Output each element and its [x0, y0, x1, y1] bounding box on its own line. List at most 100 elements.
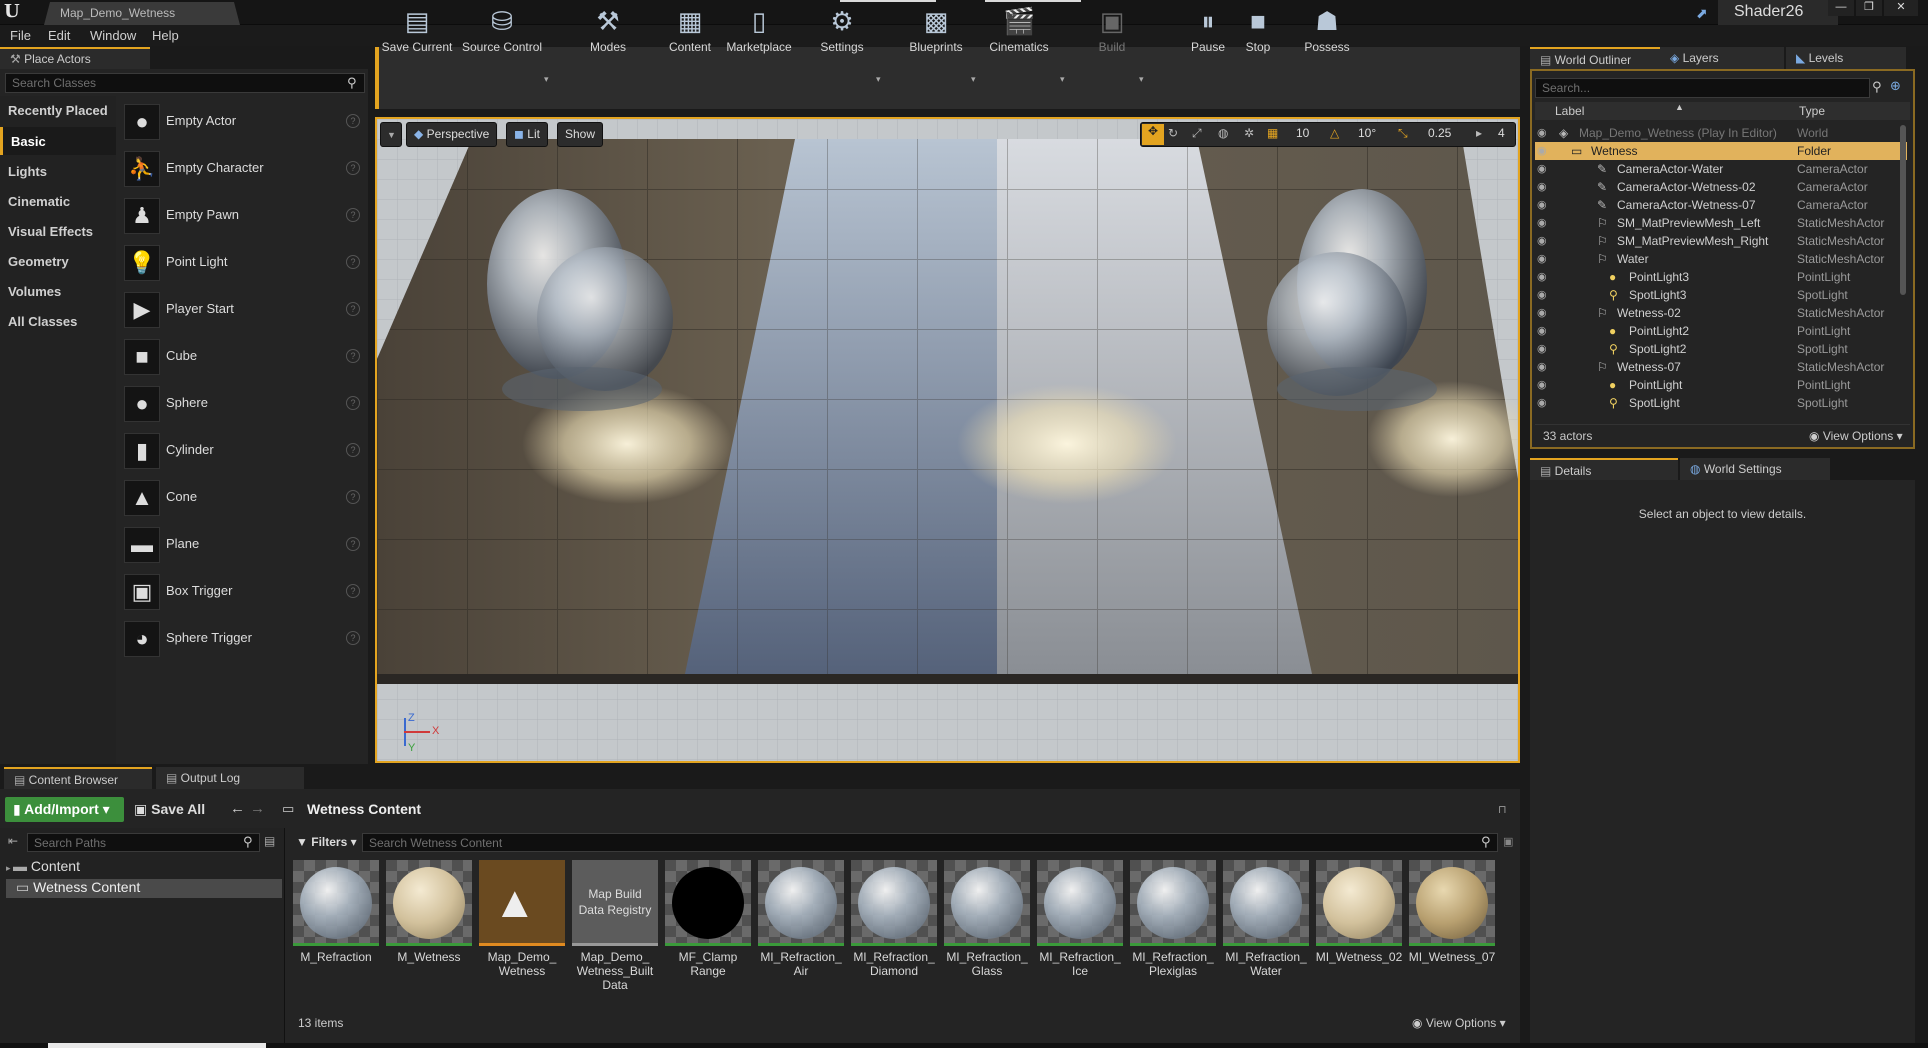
visibility-eye-icon[interactable]: ◉ [1537, 306, 1551, 319]
category-recently-placed[interactable]: Recently Placed [0, 96, 116, 124]
actor-item-empty-actor[interactable]: ● Empty Actor? [124, 100, 364, 144]
grid-snap-icon[interactable]: ▦ [1267, 126, 1278, 140]
tab-content-browser[interactable]: ▤ Content Browser [4, 767, 152, 789]
scale-snap-value[interactable]: 0.25 [1428, 126, 1451, 140]
save-all-button[interactable]: ▣ Save All [134, 801, 205, 818]
search-content-input[interactable]: Search Wetness Content [362, 833, 1498, 852]
help-icon[interactable]: ? [346, 584, 360, 598]
asset-tile[interactable]: MI_Refraction_ Glass [944, 860, 1030, 982]
outliner-row[interactable]: ◉ ◈ Map_Demo_Wetness (Play In Editor) World [1535, 124, 1907, 142]
help-icon[interactable]: ? [346, 537, 360, 551]
asset-tile[interactable]: M_Refraction [293, 860, 379, 982]
close-button[interactable]: ✕ [1884, 0, 1918, 16]
scale-snap-icon[interactable]: ⤡ [1398, 126, 1408, 141]
toolbar-dropdown-chevron-icon[interactable]: ▾ [1060, 74, 1065, 85]
visibility-eye-icon[interactable]: ◉ [1537, 324, 1551, 337]
actor-item-sphere[interactable]: ● Sphere? [124, 382, 364, 426]
outliner-row[interactable]: ◉ ✎ CameraActor-Wetness-07 CameraActor [1535, 196, 1907, 214]
outliner-row[interactable]: ◉ ● PointLight PointLight [1535, 376, 1907, 394]
stop-button[interactable]: ■ Stop [1238, 0, 1278, 62]
asset-tile[interactable]: MI_Refraction_ Water [1223, 860, 1309, 982]
help-icon[interactable]: ? [346, 349, 360, 363]
asset-tile[interactable]: MI_Wetness_07 [1409, 860, 1495, 982]
rotation-snap-icon[interactable]: △ [1330, 126, 1339, 140]
outliner-row[interactable]: ◉ ⚲ SpotLight3 SpotLight [1535, 286, 1907, 304]
visibility-eye-icon[interactable]: ◉ [1537, 252, 1551, 265]
asset-tile[interactable]: MI_Wetness_02 [1316, 860, 1402, 982]
menu-help[interactable]: Help [152, 28, 179, 43]
tab-place-actors[interactable]: ⚒ Place Actors [0, 47, 150, 69]
category-geometry[interactable]: Geometry [0, 247, 116, 275]
outliner-row[interactable]: ◉ ⚲ SpotLight SpotLight [1535, 394, 1907, 412]
tab-world-outliner[interactable]: ▤ World Outliner [1530, 47, 1660, 69]
category-cinematic[interactable]: Cinematic [0, 187, 116, 215]
outliner-row[interactable]: ◉ ● PointLight3 PointLight [1535, 268, 1907, 286]
current-path[interactable]: Wetness Content [307, 801, 421, 817]
actor-item-player-start[interactable]: ▶ Player Start? [124, 288, 364, 332]
visibility-eye-icon[interactable]: ◉ [1537, 144, 1551, 157]
category-volumes[interactable]: Volumes [0, 277, 116, 305]
tab-details[interactable]: ▤ Details [1530, 458, 1678, 480]
visibility-eye-icon[interactable]: ◉ [1537, 180, 1551, 193]
help-icon[interactable]: ? [346, 208, 360, 222]
tab-layers[interactable]: ◈ Layers [1660, 47, 1784, 69]
asset-tile[interactable]: M_Wetness [386, 860, 472, 982]
content-button[interactable]: ▦ Content [664, 0, 716, 62]
asset-tile[interactable]: MI_Refraction_ Diamond [851, 860, 937, 982]
visibility-eye-icon[interactable]: ◉ [1537, 126, 1551, 139]
visibility-eye-icon[interactable]: ◉ [1537, 360, 1551, 373]
tab-world-settings[interactable]: ◍ World Settings [1680, 458, 1830, 480]
build-button[interactable]: ▣ Build [1087, 0, 1137, 62]
unreal-logo-icon[interactable]: U [4, 2, 26, 22]
type-column-header[interactable]: Type [1799, 104, 1825, 118]
grid-snap-value[interactable]: 10 [1296, 126, 1309, 140]
filters-button[interactable]: ▼ Filters ▾ [296, 835, 357, 849]
visibility-eye-icon[interactable]: ◉ [1537, 288, 1551, 301]
menu-window[interactable]: Window [90, 28, 136, 43]
category-visual-effects[interactable]: Visual Effects [0, 217, 116, 245]
actor-item-empty-character[interactable]: ⛹ Empty Character? [124, 147, 364, 191]
menu-file[interactable]: File [10, 28, 31, 43]
visibility-eye-icon[interactable]: ◉ [1537, 234, 1551, 247]
outliner-row[interactable]: ◉ ▭ Wetness Folder [1535, 142, 1907, 160]
source-control-button[interactable]: ⛁ Source Control [462, 0, 542, 62]
asset-tile[interactable]: MI_Refraction_ Plexiglas [1130, 860, 1216, 982]
actor-item-cylinder[interactable]: ▮ Cylinder? [124, 429, 364, 473]
tab-levels[interactable]: ◣ Levels [1786, 47, 1906, 69]
outliner-row[interactable]: ◉ ⚐ SM_MatPreviewMesh_Left StaticMeshActor [1535, 214, 1907, 232]
cinematics-button[interactable]: 🎬 Cinematics [980, 0, 1058, 62]
maximize-button[interactable]: ❐ [1856, 0, 1882, 16]
pause-button[interactable]: ⏸ Pause [1186, 0, 1230, 62]
possess-button[interactable]: ☗ Possess [1300, 0, 1354, 62]
outliner-row[interactable]: ◉ ⚲ SpotLight2 SpotLight [1535, 340, 1907, 358]
translate-icon[interactable]: ✥ [1142, 124, 1164, 145]
rotation-snap-value[interactable]: 10° [1358, 126, 1376, 140]
tree-item-content[interactable]: ▸ ▬ Content [6, 858, 282, 876]
view-options-button[interactable]: ◉ View Options ▾ [1809, 429, 1903, 443]
outliner-scrollbar[interactable] [1900, 125, 1906, 295]
viewport-options-button[interactable]: ▼ [380, 122, 402, 147]
actor-item-point-light[interactable]: 💡 Point Light? [124, 241, 364, 285]
modes-button[interactable]: ⚒ Modes [580, 0, 636, 62]
asset-tile[interactable]: Map Build Data Registry Map_Demo_ Wetness… [572, 860, 658, 992]
toolbar-dropdown-chevron-icon[interactable]: ▾ [971, 74, 976, 85]
perspective-button[interactable]: ◆ Perspective [406, 122, 498, 147]
lit-button[interactable]: ◼ Lit [506, 122, 548, 147]
outliner-row[interactable]: ◉ ✎ CameraActor-Water CameraActor [1535, 160, 1907, 178]
help-icon[interactable]: ? [346, 114, 360, 128]
category-lights[interactable]: Lights [0, 157, 116, 185]
visibility-eye-icon[interactable]: ◉ [1537, 342, 1551, 355]
visibility-eye-icon[interactable]: ◉ [1537, 270, 1551, 283]
actor-item-box-trigger[interactable]: ▣ Box Trigger? [124, 570, 364, 614]
asset-tile[interactable]: MI_Refraction_ Air [758, 860, 844, 982]
show-button[interactable]: Show [557, 122, 604, 147]
outliner-row[interactable]: ◉ ⚐ SM_MatPreviewMesh_Right StaticMeshActor [1535, 232, 1907, 250]
world-space-icon[interactable]: ◍ [1218, 126, 1228, 140]
asset-tile[interactable]: ▲ Map_Demo_ Wetness [479, 860, 565, 982]
visibility-eye-icon[interactable]: ◉ [1537, 198, 1551, 211]
outliner-row[interactable]: ◉ ⚐ Wetness-02 StaticMeshActor [1535, 304, 1907, 322]
search-paths-input[interactable]: Search Paths [27, 833, 260, 852]
help-icon[interactable]: ? [346, 161, 360, 175]
visibility-eye-icon[interactable]: ◉ [1537, 162, 1551, 175]
visibility-eye-icon[interactable]: ◉ [1537, 216, 1551, 229]
